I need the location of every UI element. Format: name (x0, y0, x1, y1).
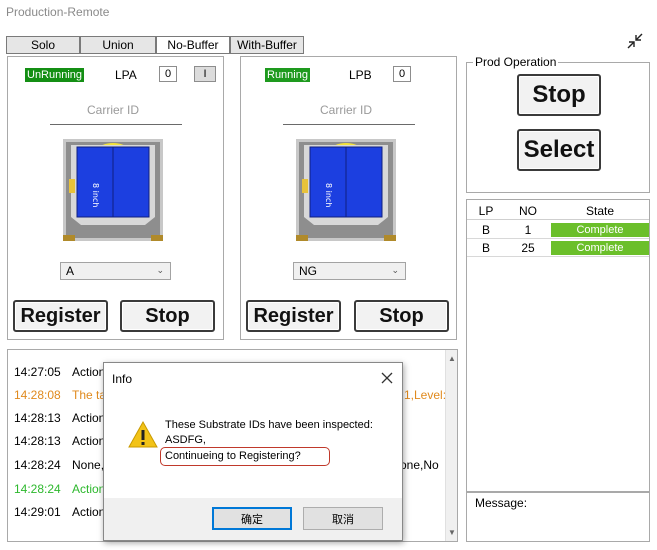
dialog-message-line1: These Substrate IDs have been inspected: (165, 419, 373, 431)
cancel-button[interactable]: 取消 (303, 507, 383, 530)
log-time: 14:28:24 (14, 458, 61, 472)
log-scrollbar[interactable]: ▲ ▼ (445, 350, 457, 541)
log-time: 14:28:24 (14, 482, 61, 496)
lp-label: LPA (115, 68, 137, 82)
lp-label: LPB (349, 68, 372, 82)
log-time: 14:28:08 (14, 388, 61, 402)
dialog-footer: 确定 取消 (104, 498, 402, 540)
carrier-image: 8 inch (296, 139, 396, 241)
tab-union[interactable]: Union (80, 36, 156, 54)
count-box: 0 (159, 66, 177, 82)
row-state: Complete (551, 241, 649, 255)
message-panel: Message: (466, 492, 650, 542)
scroll-down-icon[interactable]: ▼ (448, 528, 456, 537)
message-label: Message: (475, 496, 528, 510)
log-time: 14:29:01 (14, 505, 61, 519)
load-port-a-panel: UnRunning LPA 0 I Carrier ID 8 inch A ⌄ … (7, 56, 224, 340)
register-button[interactable]: Register (13, 300, 108, 332)
carrier-image: 8 inch (63, 139, 163, 241)
log-text: Action (72, 411, 106, 425)
log-text: Action (72, 434, 106, 448)
log-time: 14:28:13 (14, 411, 61, 425)
prod-operation-group: Prod Operation Stop Select (466, 55, 650, 193)
log-time: 14:27:05 (14, 365, 61, 379)
carrier-select[interactable]: NG ⌄ (293, 262, 406, 280)
status-badge: UnRunning (25, 68, 85, 82)
carrier-id-underline (283, 124, 415, 125)
table-header: LP NO State (467, 200, 649, 220)
row-no: 1 (524, 223, 532, 237)
row-lp: B (481, 223, 490, 237)
close-icon[interactable] (380, 371, 394, 385)
log-text-right: one,No (400, 458, 439, 472)
wafer-size-text: 8 inch (91, 183, 100, 207)
column-header-state: State (585, 204, 615, 218)
state-table: LP NO State B 1 Complete B 25 Complete (466, 199, 650, 492)
chevron-down-icon: ⌄ (156, 265, 164, 275)
tab-with-buffer[interactable]: With-Buffer (230, 36, 304, 54)
warning-icon (128, 421, 158, 448)
tab-solo[interactable]: Solo (6, 36, 80, 54)
tab-no-buffer[interactable]: No-Buffer (156, 36, 230, 54)
column-header-lp: LP (478, 204, 494, 218)
carrier-id-label: Carrier ID (319, 103, 372, 117)
table-row[interactable]: B 25 Complete (467, 239, 649, 257)
log-text-right: 1,Level: (404, 388, 447, 402)
dialog-message-line2: ASDFG, (165, 434, 206, 446)
prod-stop-button[interactable]: Stop (517, 74, 601, 116)
log-time: 14:28:13 (14, 434, 61, 448)
log-text: Action (72, 505, 106, 519)
column-header-no: NO (519, 204, 537, 218)
window-title: Production-Remote (6, 5, 110, 19)
log-text: Action (72, 365, 106, 379)
dialog-title: Info (112, 372, 133, 386)
flag-box[interactable]: I (194, 66, 216, 82)
carrier-select[interactable]: A ⌄ (60, 262, 171, 280)
carrier-id-underline (50, 124, 182, 125)
prod-operation-title: Prod Operation (473, 55, 559, 69)
load-port-b-panel: Running LPB 0 Carrier ID 8 inch NG ⌄ Reg… (240, 56, 457, 340)
collapse-arrows-icon[interactable] (624, 30, 646, 52)
row-state: Complete (551, 223, 649, 237)
dialog-message-line3: Continueing to Registering? (165, 450, 301, 462)
count-box: 0 (393, 66, 411, 82)
register-button[interactable]: Register (246, 300, 341, 332)
row-lp: B (481, 241, 490, 255)
log-text: Action (72, 482, 106, 496)
prod-select-button[interactable]: Select (517, 129, 601, 171)
status-badge: Running (265, 68, 310, 82)
stop-button[interactable]: Stop (120, 300, 215, 332)
log-text: None, (72, 458, 105, 472)
table-row[interactable]: B 1 Complete (467, 221, 649, 239)
stop-button[interactable]: Stop (354, 300, 449, 332)
carrier-select-value: NG (299, 264, 317, 278)
row-no: 25 (521, 241, 535, 255)
ok-button[interactable]: 确定 (212, 507, 292, 530)
chevron-down-icon: ⌄ (391, 265, 399, 275)
carrier-select-value: A (66, 264, 75, 278)
info-dialog: Info These Substrate IDs have been inspe… (103, 362, 403, 541)
scroll-up-icon[interactable]: ▲ (448, 354, 456, 363)
wafer-size-text: 8 inch (324, 183, 333, 207)
carrier-id-label: Carrier ID (86, 103, 139, 117)
log-text: The ta (72, 388, 107, 402)
